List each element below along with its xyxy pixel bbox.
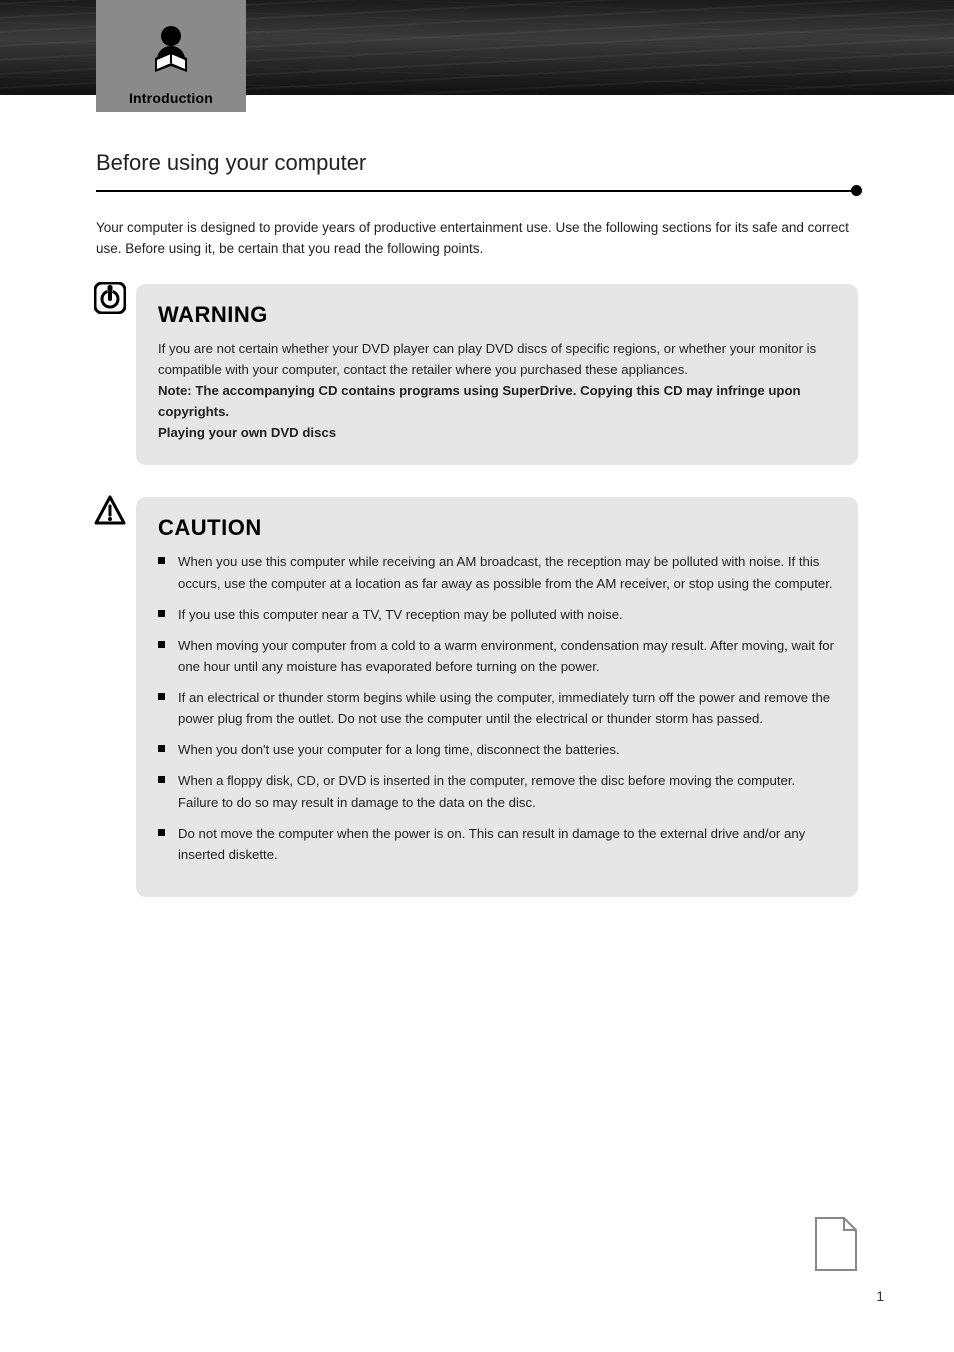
title-rule: [96, 182, 858, 200]
warning-para-2: Note: The accompanying CD contains progr…: [158, 380, 836, 422]
content-area: Before using your computer Your computer…: [96, 140, 858, 929]
intro-paragraph: Your computer is designed to provide yea…: [96, 218, 858, 260]
alert-icon: [94, 495, 126, 527]
list-item: When you don't use your computer for a l…: [158, 739, 836, 760]
page-number: 1: [824, 1288, 884, 1304]
warning-para-3: Playing your own DVD discs: [158, 422, 836, 443]
warning-para-1: If you are not certain whether your DVD …: [158, 338, 836, 380]
caution-heading: CAUTION: [158, 515, 836, 541]
tab-label: Introduction: [96, 90, 246, 106]
warning-heading: WARNING: [158, 302, 836, 328]
caution-box: CAUTION When you use this computer while…: [136, 497, 858, 897]
page-title: Before using your computer: [96, 150, 858, 176]
warning-callout: WARNING If you are not certain whether y…: [136, 284, 858, 466]
list-item: When you use this computer while receivi…: [158, 551, 836, 593]
page-root: Introduction Before using your computer …: [0, 0, 954, 1352]
list-item: When moving your computer from a cold to…: [158, 635, 836, 677]
reader-icon: [96, 22, 246, 78]
caution-callout: CAUTION When you use this computer while…: [136, 497, 858, 897]
list-item: If an electrical or thunder storm begins…: [158, 687, 836, 729]
page-fold-icon: [814, 1216, 858, 1272]
warning-box: WARNING If you are not certain whether y…: [136, 284, 858, 466]
warning-note: Note: The accompanying CD contains progr…: [158, 383, 801, 419]
power-icon: [94, 282, 126, 314]
list-item: Do not move the computer when the power …: [158, 823, 836, 865]
caution-list: When you use this computer while receivi…: [158, 551, 836, 865]
warning-text: If you are not certain whether your DVD …: [158, 338, 836, 444]
section-tab: Introduction: [96, 0, 246, 112]
list-item: When a floppy disk, CD, or DVD is insert…: [158, 770, 836, 812]
person-reading-icon: [143, 22, 199, 78]
warning-subhead: Playing your own DVD discs: [158, 425, 336, 440]
list-item: If you use this computer near a TV, TV r…: [158, 604, 836, 625]
